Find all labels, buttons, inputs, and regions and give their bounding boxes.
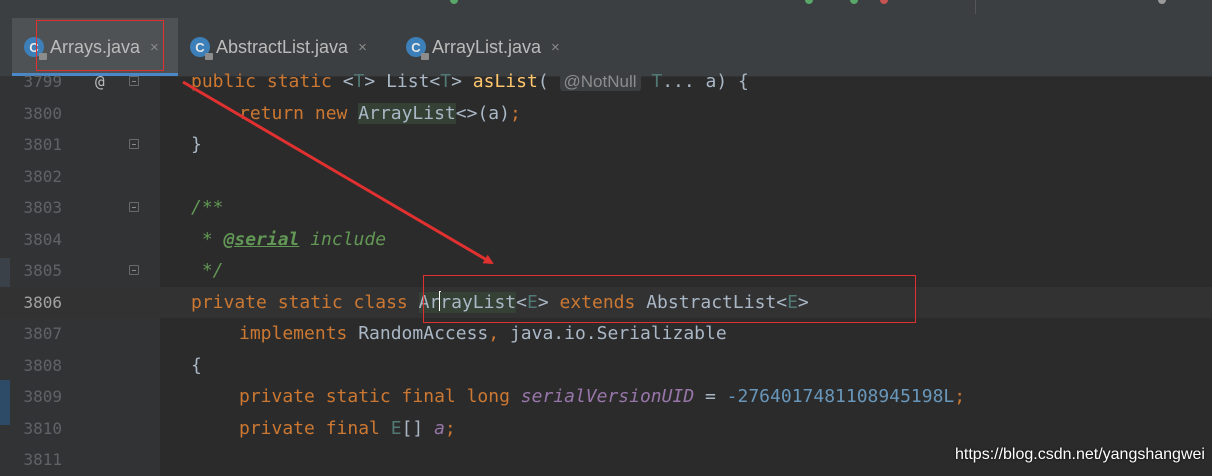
- watermark: https://blog.csdn.net/yangshangwei: [955, 446, 1205, 463]
- annotation-arrow: [182, 80, 494, 265]
